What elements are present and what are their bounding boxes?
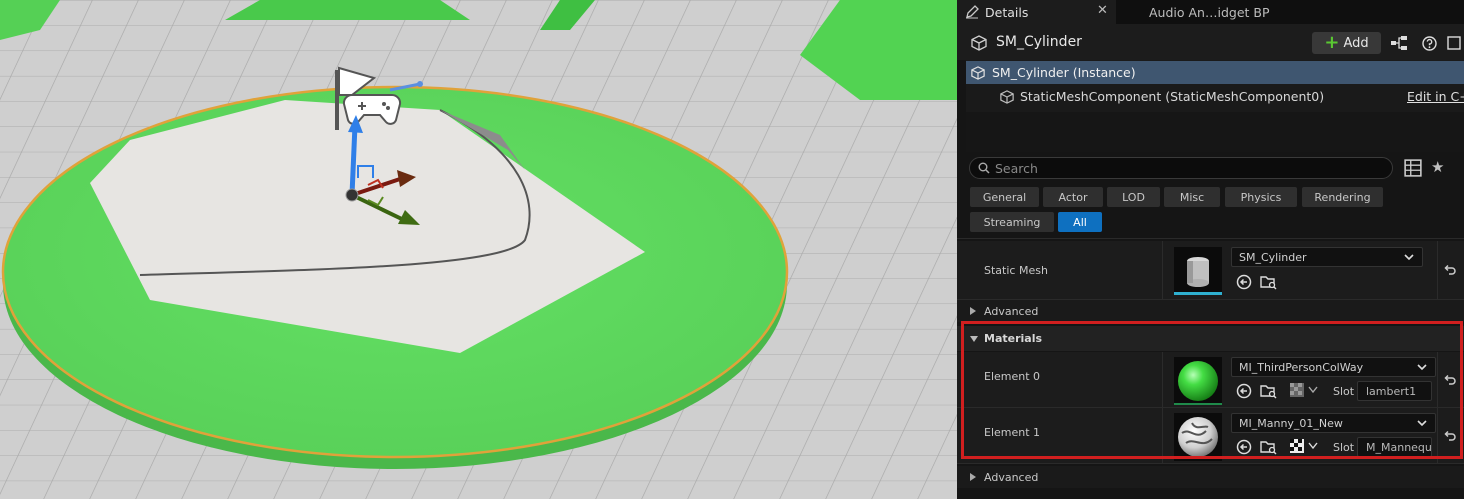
static-mesh-combo[interactable]: SM_Cylinder [1231,247,1423,267]
search-box[interactable] [969,157,1393,179]
edit-in-cpp-link[interactable]: Edit in C++ [1407,89,1464,104]
chevron-down-icon [1404,254,1414,261]
filter-rendering[interactable]: Rendering [1302,187,1383,207]
divider [957,238,1464,239]
element-label: Element 1 [984,426,1041,439]
reset-to-default-icon[interactable] [1443,429,1457,443]
table-view-icon[interactable] [1404,159,1422,177]
filter-physics[interactable]: Physics [1225,187,1297,207]
material-element-row: Element 0 MI_ThirdPersonColWay Slot lamb… [957,352,1464,407]
maximize-button[interactable] [1447,32,1464,54]
chevron-down-icon[interactable] [1308,442,1318,450]
cylinder-thumbnail-icon [1187,257,1209,287]
static-mesh-component-icon [1000,90,1014,104]
details-panel: Details ✕ Audio An…idget BP SM_Cylinder … [957,0,1464,499]
pencil-icon [966,5,979,19]
green-sphere-icon [1178,361,1218,401]
slot-name-field[interactable]: lambert1 [1357,381,1432,401]
tree-item-instance[interactable]: SM_Cylinder (Instance) [966,61,1464,84]
materials-section-header[interactable]: Materials [957,326,1464,351]
materials-title: Materials [984,332,1043,345]
static-mesh-row: Static Mesh SM_Cylinder [957,241,1464,299]
slot-label: Slot [1333,441,1355,454]
use-selected-arrow-icon[interactable] [1236,439,1252,455]
material-thumbnail[interactable] [1174,357,1222,405]
maximize-icon [1447,36,1461,50]
filter-misc[interactable]: Misc [1164,187,1220,207]
filter-lod[interactable]: LOD [1107,187,1160,207]
background-green-block [225,0,470,20]
tree-empty-area [966,112,1464,152]
plus-icon: + [1324,32,1340,53]
tab-audio-label: Audio An…idget BP [1149,4,1270,20]
use-selected-arrow-icon[interactable] [1236,383,1252,399]
slot-label: Slot [1333,385,1355,398]
object-name: SM_Cylinder [996,34,1082,50]
slot-name-field[interactable]: M_Mannequ [1357,437,1432,457]
filter-all[interactable]: All [1058,212,1102,232]
static-mesh-label: Static Mesh [984,264,1048,277]
collapse-arrow-icon [970,335,978,342]
material-element-row: Element 1 MI_Manny_01_New Slot M_Mannequ [957,408,1464,463]
static-mesh-value: SM_Cylinder [1239,250,1307,264]
reset-to-default-icon[interactable] [1443,373,1457,387]
level-viewport[interactable] [0,0,957,499]
tree-item-component[interactable]: StaticMeshComponent (StaticMeshComponent… [966,85,1464,108]
use-selected-arrow-icon[interactable] [1236,274,1252,290]
filter-general[interactable]: General [970,187,1039,207]
advanced-label: Advanced [984,470,1039,484]
material-combo[interactable]: MI_Manny_01_New [1231,413,1436,433]
tree-item-component-label: StaticMeshComponent (StaticMeshComponent… [1020,89,1325,104]
tree-item-instance-label: SM_Cylinder (Instance) [992,65,1136,80]
chevron-down-icon [1417,364,1427,371]
blueprint-button[interactable] [1388,32,1410,54]
mannequin-sphere-icon [1178,417,1218,457]
advanced-label: Advanced [984,304,1039,318]
search-icon [978,162,990,174]
tab-audio-widget-bp[interactable]: Audio An…idget BP [1149,0,1270,24]
viewport-scene[interactable] [0,0,957,499]
tab-details-label: Details [985,4,1029,20]
tab-details[interactable]: Details ✕ [957,0,1116,24]
browse-asset-icon[interactable] [1260,274,1278,290]
chevron-down-icon [1417,420,1427,427]
filter-streaming[interactable]: Streaming [970,212,1054,232]
material-value: MI_ThirdPersonColWay [1239,360,1364,374]
filter-actor[interactable]: Actor [1043,187,1103,207]
blueprint-hierarchy-icon [1391,36,1407,50]
browse-asset-icon[interactable] [1260,383,1278,399]
expand-arrow-icon [970,307,976,315]
browse-asset-icon[interactable] [1260,439,1278,455]
static-mesh-icon [971,66,985,80]
material-value: MI_Manny_01_New [1239,416,1343,430]
advanced-section-2[interactable]: Advanced [957,466,1464,488]
add-component-button[interactable]: + Add [1312,32,1381,54]
chevron-down-icon[interactable] [1308,386,1318,394]
help-icon [1421,35,1437,51]
checker-texture-icon[interactable] [1290,439,1304,453]
advanced-section-1[interactable]: Advanced [957,300,1464,322]
material-combo[interactable]: MI_ThirdPersonColWay [1231,357,1436,377]
close-icon[interactable]: ✕ [1097,3,1108,18]
checker-texture-icon[interactable] [1290,383,1304,397]
expand-arrow-icon [970,473,976,481]
material-thumbnail[interactable] [1174,413,1222,461]
search-input[interactable] [995,160,1375,176]
static-mesh-thumbnail[interactable] [1174,247,1222,295]
help-button[interactable] [1418,32,1440,54]
component-tree: SM_Cylinder (Instance) StaticMeshCompone… [966,60,1464,112]
star-icon[interactable]: ★ [1431,158,1444,176]
tab-bar: Details ✕ Audio An…idget BP [957,0,1464,24]
static-mesh-icon [971,35,987,51]
add-label: Add [1343,35,1369,51]
object-header: SM_Cylinder + Add [957,24,1464,60]
reset-to-default-icon[interactable] [1443,263,1457,277]
element-label: Element 0 [984,370,1041,383]
